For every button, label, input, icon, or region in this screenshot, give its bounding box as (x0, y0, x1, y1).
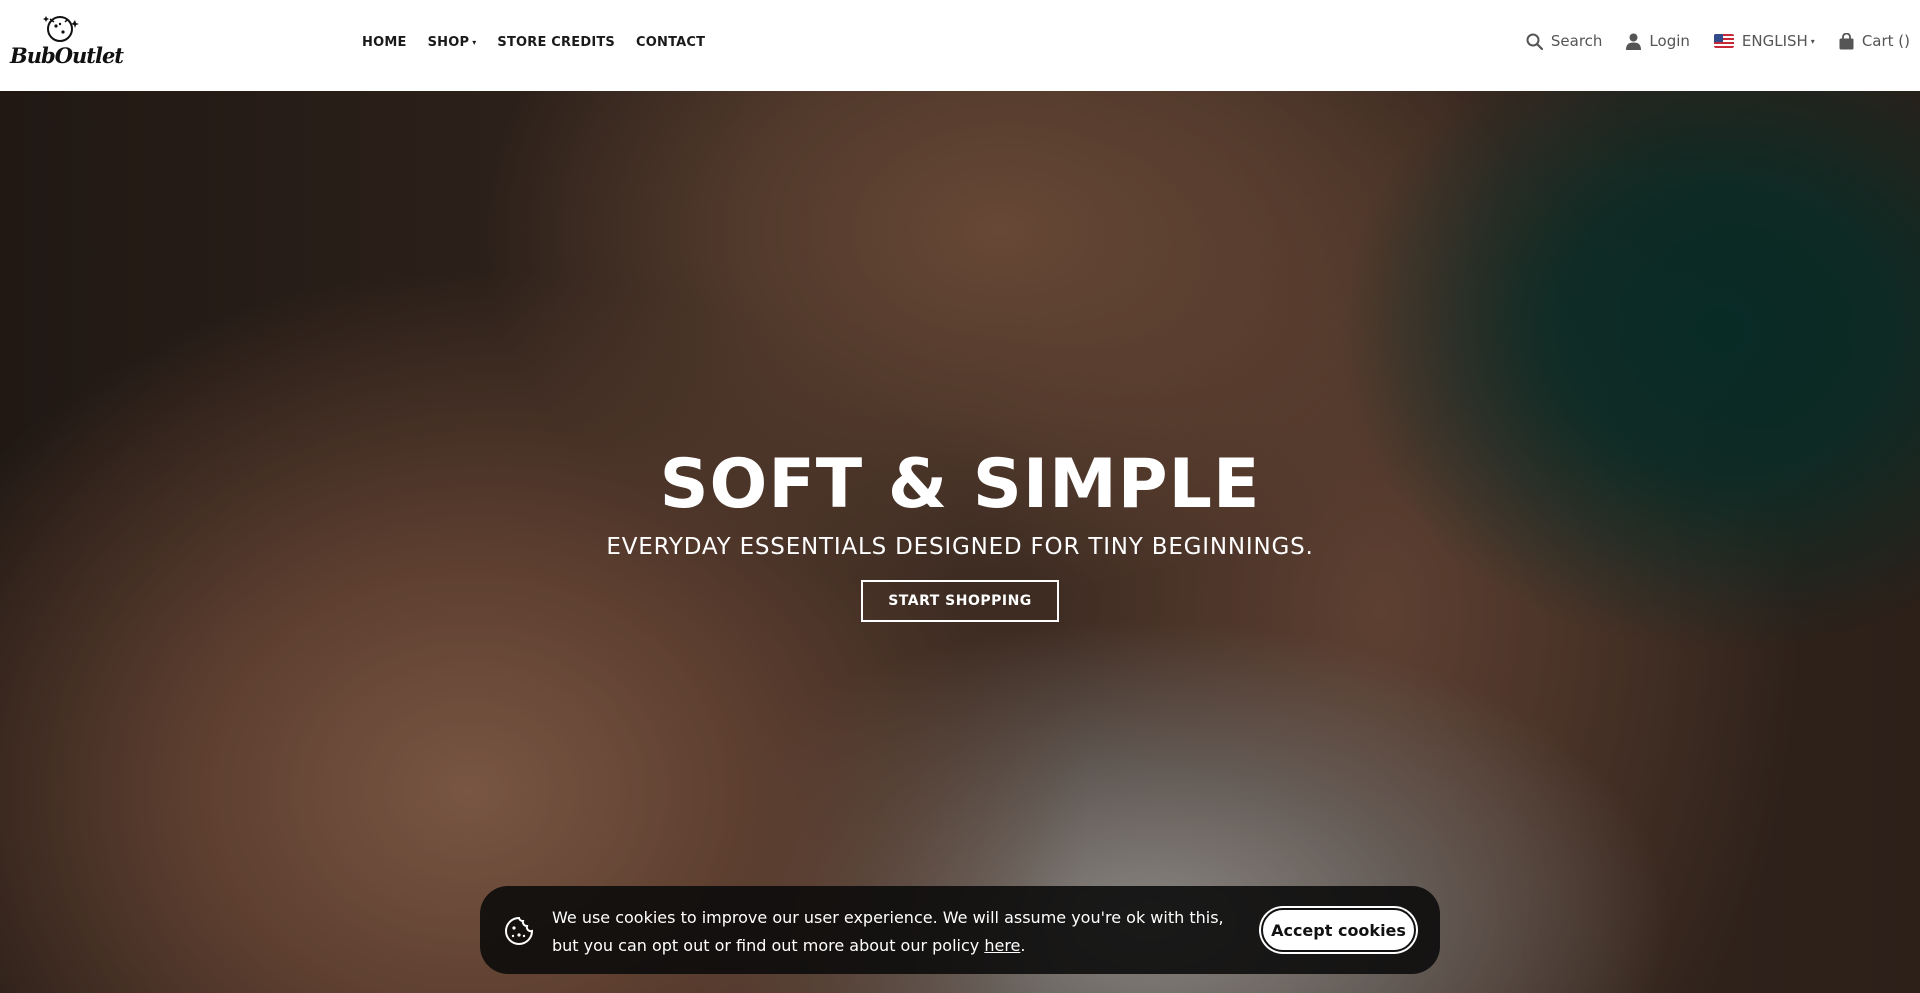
nav-contact[interactable]: CONTACT (636, 35, 705, 50)
search-button[interactable]: Search (1526, 32, 1603, 50)
search-label: Search (1550, 32, 1603, 50)
nav-shop-label: SHOP (427, 35, 470, 50)
chevron-down-icon: ▾ (1810, 36, 1815, 46)
nav-store-credits[interactable]: STORE CREDITS (497, 35, 615, 50)
hero-banner: SOFT & SIMPLE EVERYDAY ESSENTIALS DESIGN… (0, 91, 1920, 993)
login-label: Login (1649, 32, 1690, 50)
site-header: BubOutlet HOME SHOP ▾ STORE CREDITS CONT… (0, 0, 1920, 91)
language-selector[interactable]: ENGLISH ▾ (1713, 32, 1815, 50)
nav-shop[interactable]: SHOP ▾ (428, 35, 477, 50)
hero-subtitle: EVERYDAY ESSENTIALS DESIGNED FOR TINY BE… (606, 534, 1314, 560)
nav-home[interactable]: HOME (362, 35, 407, 50)
cookie-icon (505, 916, 534, 945)
shopping-bag-icon (1839, 32, 1854, 49)
us-flag-icon (1713, 34, 1734, 48)
cart-button[interactable]: Cart () (1839, 32, 1910, 50)
language-label: ENGLISH (1741, 32, 1808, 50)
cookie-message-text: We use cookies to improve our user exper… (552, 908, 1224, 955)
brand-logo[interactable]: BubOutlet (10, 13, 124, 71)
header-utilities: Search Login ENGLISH ▾ Cart () (1502, 32, 1910, 50)
accept-cookies-button[interactable]: Accept cookies (1261, 908, 1416, 952)
main-nav: HOME SHOP ▾ STORE CREDITS CONTACT (362, 35, 726, 50)
cookie-message: We use cookies to improve our user exper… (552, 904, 1252, 960)
start-shopping-button[interactable]: START SHOPPING (861, 580, 1059, 622)
login-button[interactable]: Login (1626, 32, 1690, 50)
brand-name: BubOutlet (10, 43, 124, 68)
search-icon (1526, 33, 1543, 50)
cart-label: Cart () (1861, 32, 1910, 50)
hero-title: SOFT & SIMPLE (659, 445, 1261, 524)
chevron-down-icon: ▾ (472, 38, 477, 47)
cookie-message-end: . (1020, 936, 1026, 955)
cookie-policy-link[interactable]: here (984, 936, 1020, 955)
user-icon (1626, 33, 1642, 50)
hero-content: SOFT & SIMPLE EVERYDAY ESSENTIALS DESIGN… (0, 451, 1920, 622)
cookie-banner: We use cookies to improve our user exper… (480, 886, 1440, 974)
